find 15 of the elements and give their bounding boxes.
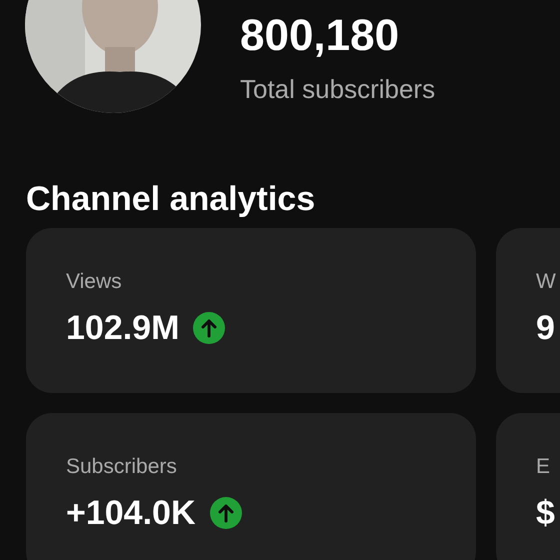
metric-value: 102.9M [66, 308, 180, 348]
metric-label: Subscribers [66, 454, 177, 480]
metric-card[interactable]: E $ [496, 413, 560, 560]
metric-label: E [536, 454, 550, 480]
metric-card[interactable]: W 9 [496, 228, 560, 393]
metric-value: $ [536, 493, 555, 533]
subscriber-label: Total subscribers [240, 74, 436, 104]
metric-label: Views [66, 269, 122, 295]
section-title: Channel analytics [26, 179, 316, 219]
metric-card[interactable]: Subscribers +104.0K [26, 413, 476, 560]
metric-label: W [536, 269, 556, 295]
metric-value: 9 [536, 308, 555, 348]
subscriber-count: 800,180 [240, 10, 400, 62]
metric-card[interactable]: Views 102.9M [26, 228, 476, 393]
metric-value: +104.0K [66, 493, 196, 533]
